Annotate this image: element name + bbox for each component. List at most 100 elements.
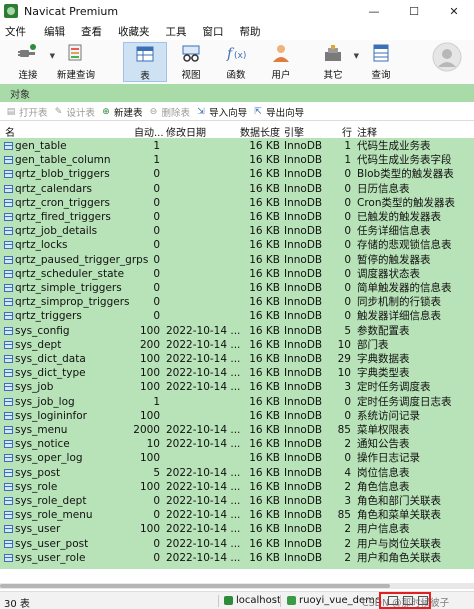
- close-button[interactable]: ✕: [434, 0, 474, 22]
- delete-table-button[interactable]: ⊖ 删除表: [149, 105, 190, 119]
- table-row[interactable]: sys_role_dept 0 2022-10-14 ... 16 KB InnoDB 3…: [0, 494, 474, 508]
- view-button[interactable]: 视图: [174, 42, 208, 82]
- table-row[interactable]: sys_dict_type 100 2022-10-14 ... 16 KB InnoD…: [0, 366, 474, 380]
- menu-view[interactable]: 查看: [75, 24, 112, 39]
- new-table-button[interactable]: ⊕ 新建表: [101, 105, 142, 119]
- table-icon: [4, 369, 13, 378]
- table-button[interactable]: 表: [123, 42, 167, 82]
- menu-tools[interactable]: 工具: [160, 24, 197, 39]
- cell-name: sys_user_post: [15, 537, 89, 550]
- other-button[interactable]: 其它 ▼: [316, 42, 359, 82]
- column-header-name[interactable]: 名: [5, 124, 15, 139]
- cell-name: sys_user_role: [15, 551, 86, 564]
- table-row[interactable]: sys_job 100 2022-10-14 ... 16 KB InnoDB 3 定时任务…: [0, 380, 474, 394]
- table-row[interactable]: sys_logininfor 100 16 KB InnoDB 0 系统访问记录: [0, 409, 474, 423]
- table-row[interactable]: sys_role_menu 0 2022-10-14 ... 16 KB InnoDB 8…: [0, 508, 474, 522]
- table-icon: [4, 269, 13, 278]
- table-row[interactable]: qrtz_calendars 0 16 KB InnoDB 0 日历信息表: [0, 182, 474, 196]
- function-button[interactable]: f (x) 函数: [220, 42, 252, 82]
- cell-name: sys_role_dept: [15, 495, 87, 507]
- column-header-auto-increment[interactable]: 自动...: [134, 124, 164, 139]
- table-row[interactable]: sys_post 5 2022-10-14 ... 16 KB InnoDB 4 岗位信息表: [0, 466, 474, 480]
- menu-file[interactable]: 文件: [0, 24, 38, 39]
- menu-window[interactable]: 窗口: [197, 24, 234, 39]
- tab-objects[interactable]: 对象: [10, 86, 30, 101]
- column-header-modified[interactable]: 修改日期: [166, 124, 206, 139]
- table-row[interactable]: qrtz_scheduler_state 0 16 KB InnoDB 0 调度器状态表: [0, 267, 474, 281]
- table-row[interactable]: sys_menu 2000 2022-10-14 ... 16 KB InnoDB 85 菜…: [0, 423, 474, 437]
- cell-name: qrtz_cron_triggers: [15, 196, 110, 209]
- cell-rows: 0: [344, 296, 351, 309]
- table-row[interactable]: sys_role 100 2022-10-14 ... 16 KB InnoDB 2 角色信…: [0, 480, 474, 494]
- table-row[interactable]: qrtz_job_details 0 16 KB InnoDB 0 任务详细信息表: [0, 224, 474, 238]
- table-row[interactable]: qrtz_blob_triggers 0 16 KB InnoDB 0 Blob类型的触发…: [0, 167, 474, 181]
- cell-rows: 0: [344, 211, 351, 223]
- table-icon: [4, 355, 13, 363]
- user-button[interactable]: 用户: [264, 42, 298, 82]
- menu-favorites[interactable]: 收藏夹: [112, 24, 160, 39]
- table-row[interactable]: qrtz_triggers 0 16 KB InnoDB 0 触发器详细信息表: [0, 309, 474, 323]
- table-row[interactable]: sys_job_log 1 16 KB InnoDB 0 定时任务调度日志表: [0, 395, 474, 409]
- scrollbar-thumb[interactable]: [0, 584, 390, 588]
- table-row[interactable]: sys_dept 200 2022-10-14 ... 16 KB InnoDB 10 部门…: [0, 338, 474, 352]
- status-divider: [218, 595, 219, 607]
- column-header-engine[interactable]: 引擎: [284, 124, 304, 139]
- table-row[interactable]: sys_user_post 0 2022-10-14 ... 16 KB InnoDB 2…: [0, 537, 474, 551]
- cell-comment: 参数配置表: [357, 324, 410, 337]
- table-row[interactable]: sys_user 100 2022-10-14 ... 16 KB InnoDB 2 用户信…: [0, 522, 474, 536]
- table-row[interactable]: qrtz_simprop_triggers 0 16 KB InnoDB 0 同步机制的行…: [0, 295, 474, 309]
- cell-rows: 0: [344, 225, 351, 238]
- table-row[interactable]: qrtz_paused_trigger_grps 0 16 KB InnoDB 0 暂停的…: [0, 253, 474, 267]
- cell-rows: 0: [344, 267, 351, 280]
- table-row[interactable]: qrtz_cron_triggers 0 16 KB InnoDB 0 Cron类型的触发…: [0, 196, 474, 210]
- table-row[interactable]: gen_table 1 16 KB InnoDB 1 代码生成业务表: [0, 139, 474, 153]
- cell-comment: 用户和角色关联表: [357, 551, 441, 564]
- table-row[interactable]: sys_notice 10 2022-10-14 ... 16 KB InnoDB 2 通知…: [0, 437, 474, 451]
- horizontal-scrollbar[interactable]: [0, 583, 474, 589]
- table-row[interactable]: qrtz_simple_triggers 0 16 KB InnoDB 0 简单触发器的信…: [0, 281, 474, 295]
- cell-data-length: 16 KB: [249, 452, 280, 465]
- table-row[interactable]: qrtz_fired_triggers 0 16 KB InnoDB 0 已触发的触发器表: [0, 210, 474, 224]
- table-row[interactable]: sys_config 100 2022-10-14 ... 16 KB InnoDB 5 参…: [0, 324, 474, 338]
- column-header-rows[interactable]: 行: [342, 124, 352, 139]
- table-row[interactable]: gen_table_column 1 16 KB InnoDB 1 代码生成业务表字段: [0, 153, 474, 167]
- account-avatar[interactable]: [430, 42, 464, 82]
- cell-comment: 暂停的触发器表: [357, 253, 431, 266]
- table-row[interactable]: sys_dict_data 100 2022-10-14 ... 16 KB InnoD…: [0, 352, 474, 366]
- query-button[interactable]: 查询: [364, 42, 398, 82]
- minimize-button[interactable]: —: [354, 0, 394, 22]
- cell-engine: InnoDB: [284, 239, 323, 252]
- cell-auto-increment: 0: [153, 509, 160, 522]
- cell-engine: InnoDB: [284, 168, 323, 181]
- new-query-button[interactable]: 新建查询: [56, 42, 96, 82]
- export-wizard-button[interactable]: ⇱ 导出向导: [253, 105, 304, 119]
- table-row[interactable]: sys_user_role 0 2022-10-14 ... 16 KB InnoDB 2…: [0, 551, 474, 565]
- cell-name: qrtz_blob_triggers: [15, 168, 110, 181]
- cell-data-length: 16 KB: [249, 196, 280, 209]
- svg-text:(x): (x): [234, 51, 246, 61]
- open-table-button[interactable]: ▤ 打开表: [6, 105, 48, 119]
- table-row[interactable]: sys_oper_log 100 16 KB InnoDB 0 操作日志记录: [0, 451, 474, 465]
- import-wizard-button[interactable]: ⇲ 导入向导: [196, 105, 247, 119]
- column-header-comment[interactable]: 注释: [357, 124, 377, 139]
- cell-auto-increment: 0: [153, 182, 160, 195]
- cell-name: sys_config: [15, 324, 70, 337]
- table-icon: [4, 468, 13, 477]
- other-dropdown-icon[interactable]: ▼: [354, 52, 359, 60]
- maximize-button[interactable]: ☐: [394, 0, 434, 22]
- menu-edit[interactable]: 编辑: [38, 24, 75, 39]
- cell-data-length: 16 KB: [249, 509, 280, 522]
- connect-button[interactable]: 连接 ▼: [10, 42, 55, 82]
- cell-name: qrtz_triggers: [15, 310, 82, 323]
- connect-dropdown-icon[interactable]: ▼: [50, 52, 55, 60]
- design-table-button[interactable]: ✎ 设计表: [54, 105, 95, 119]
- menu-help[interactable]: 帮助: [234, 24, 271, 39]
- table-icon: [4, 426, 13, 434]
- table-row[interactable]: qrtz_locks 0 16 KB InnoDB 0 存储的悲观锁信息表: [0, 238, 474, 252]
- cell-data-length: 16 KB: [249, 551, 280, 564]
- cell-name: sys_dept: [15, 338, 62, 351]
- cell-auto-increment: 0: [153, 267, 160, 280]
- cell-name: gen_table: [15, 140, 67, 152]
- column-header-data-length[interactable]: 数据长度: [240, 124, 280, 139]
- avatar-icon: [432, 42, 462, 72]
